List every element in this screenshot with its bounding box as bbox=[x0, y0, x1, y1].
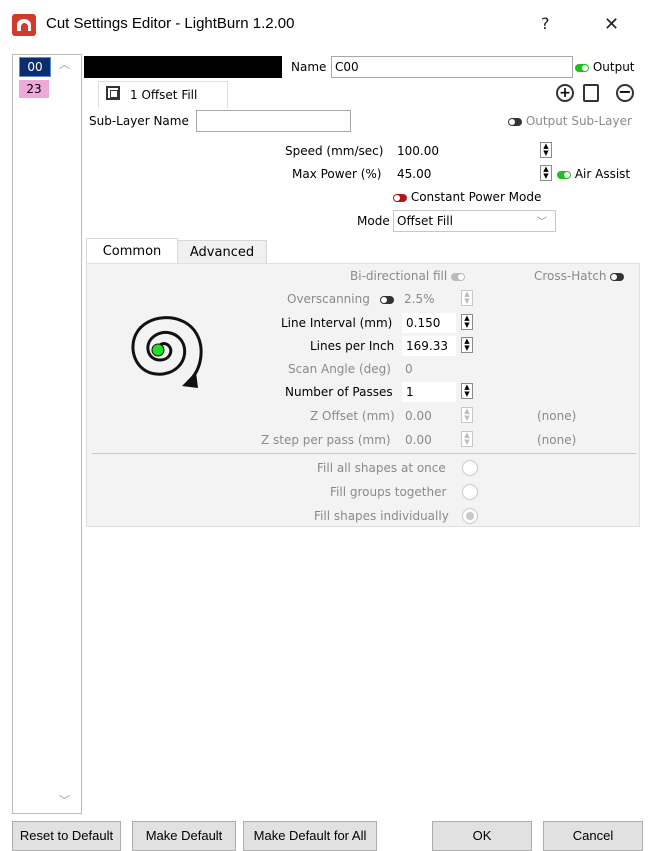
scroll-up-icon[interactable]: ︿ bbox=[59, 56, 70, 72]
plus-circle-icon[interactable]: + bbox=[556, 84, 574, 102]
panel-divider bbox=[92, 453, 636, 454]
fill-individual-radio[interactable] bbox=[462, 508, 478, 524]
scan-angle-value: 0 bbox=[405, 362, 413, 376]
z-offset-extra: (none) bbox=[537, 409, 577, 423]
scan-angle-label: Scan Angle (deg) bbox=[288, 362, 391, 376]
z-offset-stepper[interactable]: ▲ ▼ bbox=[461, 407, 473, 423]
tab-advanced[interactable]: Advanced bbox=[177, 240, 267, 265]
bidirectional-fill-toggle[interactable]: Bi-directional fill bbox=[350, 269, 466, 283]
power-label: Max Power (%) bbox=[292, 167, 382, 181]
passes-label: Number of Passes bbox=[285, 385, 393, 399]
output-label: Output bbox=[592, 60, 635, 74]
name-input[interactable]: C00 bbox=[331, 56, 573, 78]
speed-label: Speed (mm/sec) bbox=[285, 144, 384, 158]
name-label: Name bbox=[291, 60, 327, 74]
overscanning-value: 2.5% bbox=[404, 292, 435, 306]
layer-list[interactable] bbox=[12, 54, 82, 814]
z-step-stepper[interactable]: ▲ ▼ bbox=[461, 431, 473, 447]
offset-fill-spiral-icon bbox=[131, 316, 203, 388]
mode-select[interactable]: Offset Fill bbox=[393, 210, 556, 232]
z-offset-value: 0.00 bbox=[405, 409, 432, 423]
bidirectional-fill-toggle-icon bbox=[451, 272, 466, 281]
z-step-value: 0.00 bbox=[405, 433, 432, 447]
z-step-label: Z step per pass (mm) bbox=[261, 433, 391, 447]
constant-power-toggle[interactable]: Constant Power Mode bbox=[393, 190, 541, 204]
fill-all-label: Fill all shapes at once bbox=[317, 461, 446, 475]
mode-select-value: Offset Fill bbox=[397, 214, 453, 228]
offset-fill-icon bbox=[106, 86, 120, 100]
output-toggle[interactable]: Output bbox=[575, 60, 635, 74]
mode-label: Mode bbox=[357, 214, 390, 228]
crosshatch-toggle-icon bbox=[610, 272, 625, 281]
line-interval-label: Line Interval (mm) bbox=[281, 316, 393, 330]
sublayer-name-label: Sub-Layer Name bbox=[89, 114, 189, 128]
cancel-button[interactable]: Cancel bbox=[543, 821, 643, 851]
bidirectional-fill-label: Bi-directional fill bbox=[350, 269, 448, 283]
output-toggle-icon bbox=[575, 63, 589, 72]
crosshatch-toggle[interactable]: Cross-Hatch bbox=[534, 269, 625, 283]
output-sublayer-label: Output Sub-Layer bbox=[525, 114, 632, 128]
output-sublayer-toggle-icon bbox=[508, 117, 522, 126]
overscanning-label: Overscanning bbox=[287, 292, 370, 306]
fill-groups-label: Fill groups together bbox=[330, 485, 447, 499]
power-stepper[interactable]: ▲ ▼ bbox=[540, 165, 552, 181]
power-input[interactable]: 45.00 bbox=[393, 164, 535, 184]
air-assist-label: Air Assist bbox=[574, 167, 631, 181]
help-button[interactable]: ? bbox=[541, 14, 550, 33]
layer-item-00[interactable]: 00 bbox=[19, 57, 51, 77]
scroll-down-icon[interactable]: ﹀ bbox=[59, 792, 70, 808]
fill-individual-label: Fill shapes individually bbox=[314, 509, 449, 523]
output-sublayer-toggle[interactable]: Output Sub-Layer bbox=[508, 114, 632, 128]
line-interval-stepper[interactable]: ▲ ▼ bbox=[461, 314, 473, 330]
lpi-label: Lines per Inch bbox=[310, 339, 395, 353]
layer-color-swatch[interactable] bbox=[84, 56, 282, 78]
lpi-stepper[interactable]: ▲ ▼ bbox=[461, 337, 473, 353]
fill-groups-radio[interactable] bbox=[462, 484, 478, 500]
lpi-input[interactable]: 169.33 bbox=[402, 336, 456, 356]
sublayer-tab-label: 1 Offset Fill bbox=[130, 88, 198, 102]
close-button[interactable]: ✕ bbox=[604, 14, 619, 35]
constant-power-toggle-icon bbox=[393, 193, 407, 202]
sublayer-name-input[interactable] bbox=[196, 110, 351, 132]
air-assist-toggle[interactable]: Air Assist bbox=[557, 167, 630, 181]
copy-icon[interactable] bbox=[583, 84, 599, 102]
constant-power-label: Constant Power Mode bbox=[410, 190, 542, 204]
reset-to-default-button[interactable]: Reset to Default bbox=[12, 821, 121, 851]
speed-stepper[interactable]: ▲ ▼ bbox=[540, 142, 552, 158]
z-step-extra: (none) bbox=[537, 433, 577, 447]
chevron-down-icon: ﹀ bbox=[537, 217, 547, 228]
window-title: Cut Settings Editor - LightBurn 1.2.00 bbox=[46, 15, 295, 32]
speed-input[interactable]: 100.00 bbox=[393, 141, 535, 161]
air-assist-toggle-icon bbox=[557, 170, 571, 179]
tab-common[interactable]: Common bbox=[86, 238, 178, 265]
passes-stepper[interactable]: ▲ ▼ bbox=[461, 383, 473, 399]
make-default-button[interactable]: Make Default bbox=[132, 821, 236, 851]
layer-item-23[interactable]: 23 bbox=[19, 80, 49, 98]
line-interval-input[interactable]: 0.150 bbox=[402, 313, 456, 333]
fill-all-radio[interactable] bbox=[462, 460, 478, 476]
ok-button[interactable]: OK bbox=[432, 821, 532, 851]
overscanning-toggle-icon bbox=[380, 295, 394, 304]
make-default-for-all-button[interactable]: Make Default for All bbox=[243, 821, 377, 851]
overscanning-toggle[interactable] bbox=[380, 292, 394, 306]
passes-input[interactable]: 1 bbox=[402, 382, 456, 402]
minus-circle-icon[interactable]: − bbox=[616, 84, 634, 102]
z-offset-label: Z Offset (mm) bbox=[310, 409, 395, 423]
crosshatch-label: Cross-Hatch bbox=[534, 269, 607, 283]
overscanning-stepper[interactable]: ▲ ▼ bbox=[461, 290, 473, 306]
